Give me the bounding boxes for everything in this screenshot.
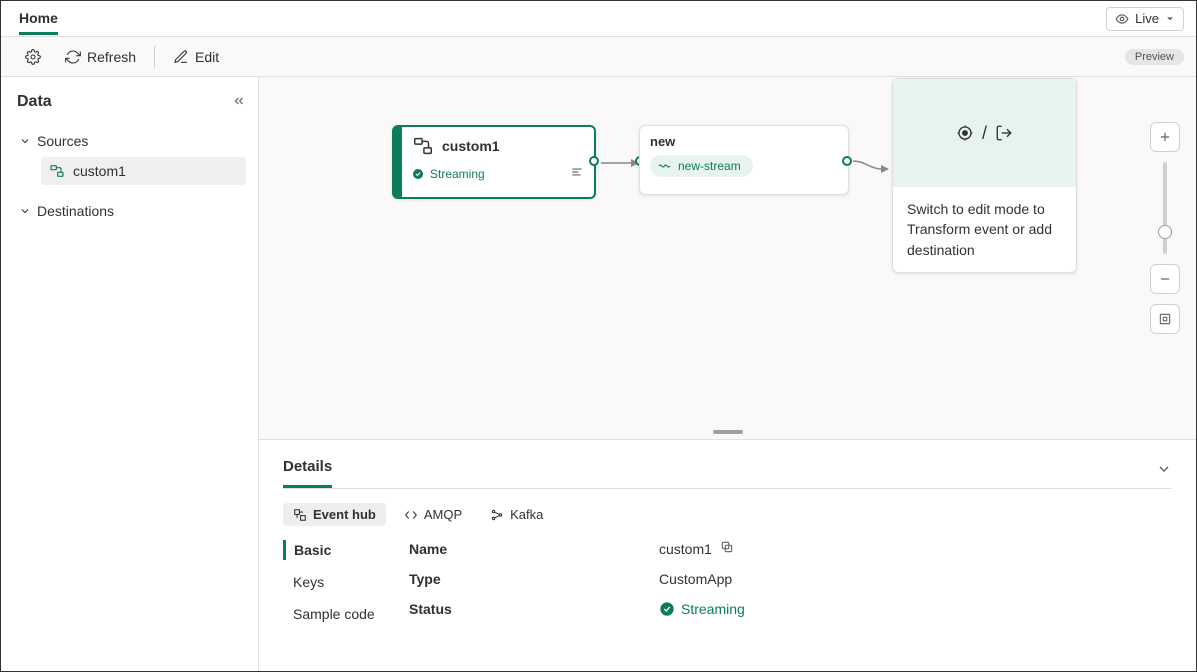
pipeline-canvas[interactable]: custom1 Streaming new new-stream [259,77,1196,671]
settings-button[interactable] [15,41,51,73]
protocol-tab-kafka[interactable]: Kafka [480,503,553,526]
zoom-out-button[interactable] [1150,264,1180,294]
chevron-down-icon [1156,461,1172,477]
protocol-tab-eventhub[interactable]: Event hub [283,503,386,526]
exit-icon [995,124,1013,142]
minus-icon [1158,272,1172,286]
fit-icon [1158,312,1172,326]
node-stream-new[interactable]: new new-stream [639,125,849,195]
connector-arrow [853,151,895,175]
lines-icon [570,165,584,179]
live-mode-dropdown[interactable]: Live [1106,7,1184,31]
slash-separator: / [982,123,987,144]
detail-label-name: Name [409,541,659,557]
collapse-sidebar-button[interactable] [232,94,246,111]
stream-chip-label: new-stream [678,159,741,173]
amqp-icon [404,508,418,522]
toolbar-separator [154,46,155,68]
copy-name-button[interactable] [720,540,734,557]
preview-badge: Preview [1125,49,1184,65]
data-sidebar: Data Sources custom1 Destinations [1,77,259,671]
live-label: Live [1135,11,1159,26]
gear-icon [25,49,41,65]
refresh-icon [65,49,81,65]
sources-label: Sources [37,133,88,149]
source-item-label: custom1 [73,163,126,179]
zoom-thumb[interactable] [1158,225,1172,239]
kafka-icon [490,508,504,522]
sidebar-title: Data [17,93,52,111]
eventhub-icon [293,508,307,522]
node-destination-placeholder[interactable]: / Switch to edit mode to Transform event… [892,78,1077,273]
tree-section-sources[interactable]: Sources [17,129,246,153]
endpoint-icon [412,135,434,157]
zoom-in-button[interactable] [1150,122,1180,152]
endpoint-icon [49,163,65,179]
resize-handle[interactable] [713,430,743,434]
node-title: custom1 [442,138,500,154]
protocol-tab-label: Kafka [510,507,543,522]
detail-side-basic[interactable]: Basic [283,540,391,560]
chevron-down-icon [19,205,31,217]
detail-side-keys[interactable]: Keys [283,572,391,592]
details-tab[interactable]: Details [283,452,332,488]
check-circle-icon [412,168,424,180]
detail-value-type: CustomApp [659,571,732,587]
fit-to-screen-button[interactable] [1150,304,1180,334]
protocol-tab-amqp[interactable]: AMQP [394,503,472,526]
edit-button[interactable]: Edit [163,41,229,73]
collapse-details-button[interactable] [1156,461,1172,480]
edit-label: Edit [195,49,219,65]
source-item-custom1[interactable]: custom1 [41,157,246,185]
detail-label-type: Type [409,571,659,587]
detail-side-samplecode[interactable]: Sample code [283,604,391,624]
detail-label-status: Status [409,601,659,617]
chevron-down-icon [19,135,31,147]
destinations-label: Destinations [37,203,114,219]
tree-section-destinations[interactable]: Destinations [17,199,246,223]
details-panel: Details Event hub AMQP Kafka [259,439,1196,671]
connection-port[interactable] [842,156,852,166]
edit-icon [173,49,189,65]
protocol-tab-label: Event hub [313,507,376,522]
refresh-button[interactable]: Refresh [55,41,146,73]
node-menu-button[interactable] [570,165,584,182]
chevron-down-icon [1165,14,1175,24]
wave-icon [658,159,672,173]
stream-chip: new-stream [650,155,753,177]
node-title: new [650,134,838,149]
connection-port[interactable] [589,156,599,166]
check-circle-icon [659,601,675,617]
copy-icon [720,540,734,554]
eye-icon [1115,12,1129,26]
transform-icon [956,124,974,142]
detail-value-name: custom1 [659,541,712,557]
detail-value-status: Streaming [681,601,745,617]
node-status: Streaming [430,167,485,181]
refresh-label: Refresh [87,49,136,65]
plus-icon [1158,130,1172,144]
tab-home[interactable]: Home [19,2,58,35]
protocol-tab-label: AMQP [424,507,462,522]
node-dest-message: Switch to edit mode to Transform event o… [893,187,1076,272]
zoom-slider[interactable] [1163,162,1167,254]
chevron-left-double-icon [232,94,246,108]
node-source-custom1[interactable]: custom1 Streaming [392,125,596,199]
